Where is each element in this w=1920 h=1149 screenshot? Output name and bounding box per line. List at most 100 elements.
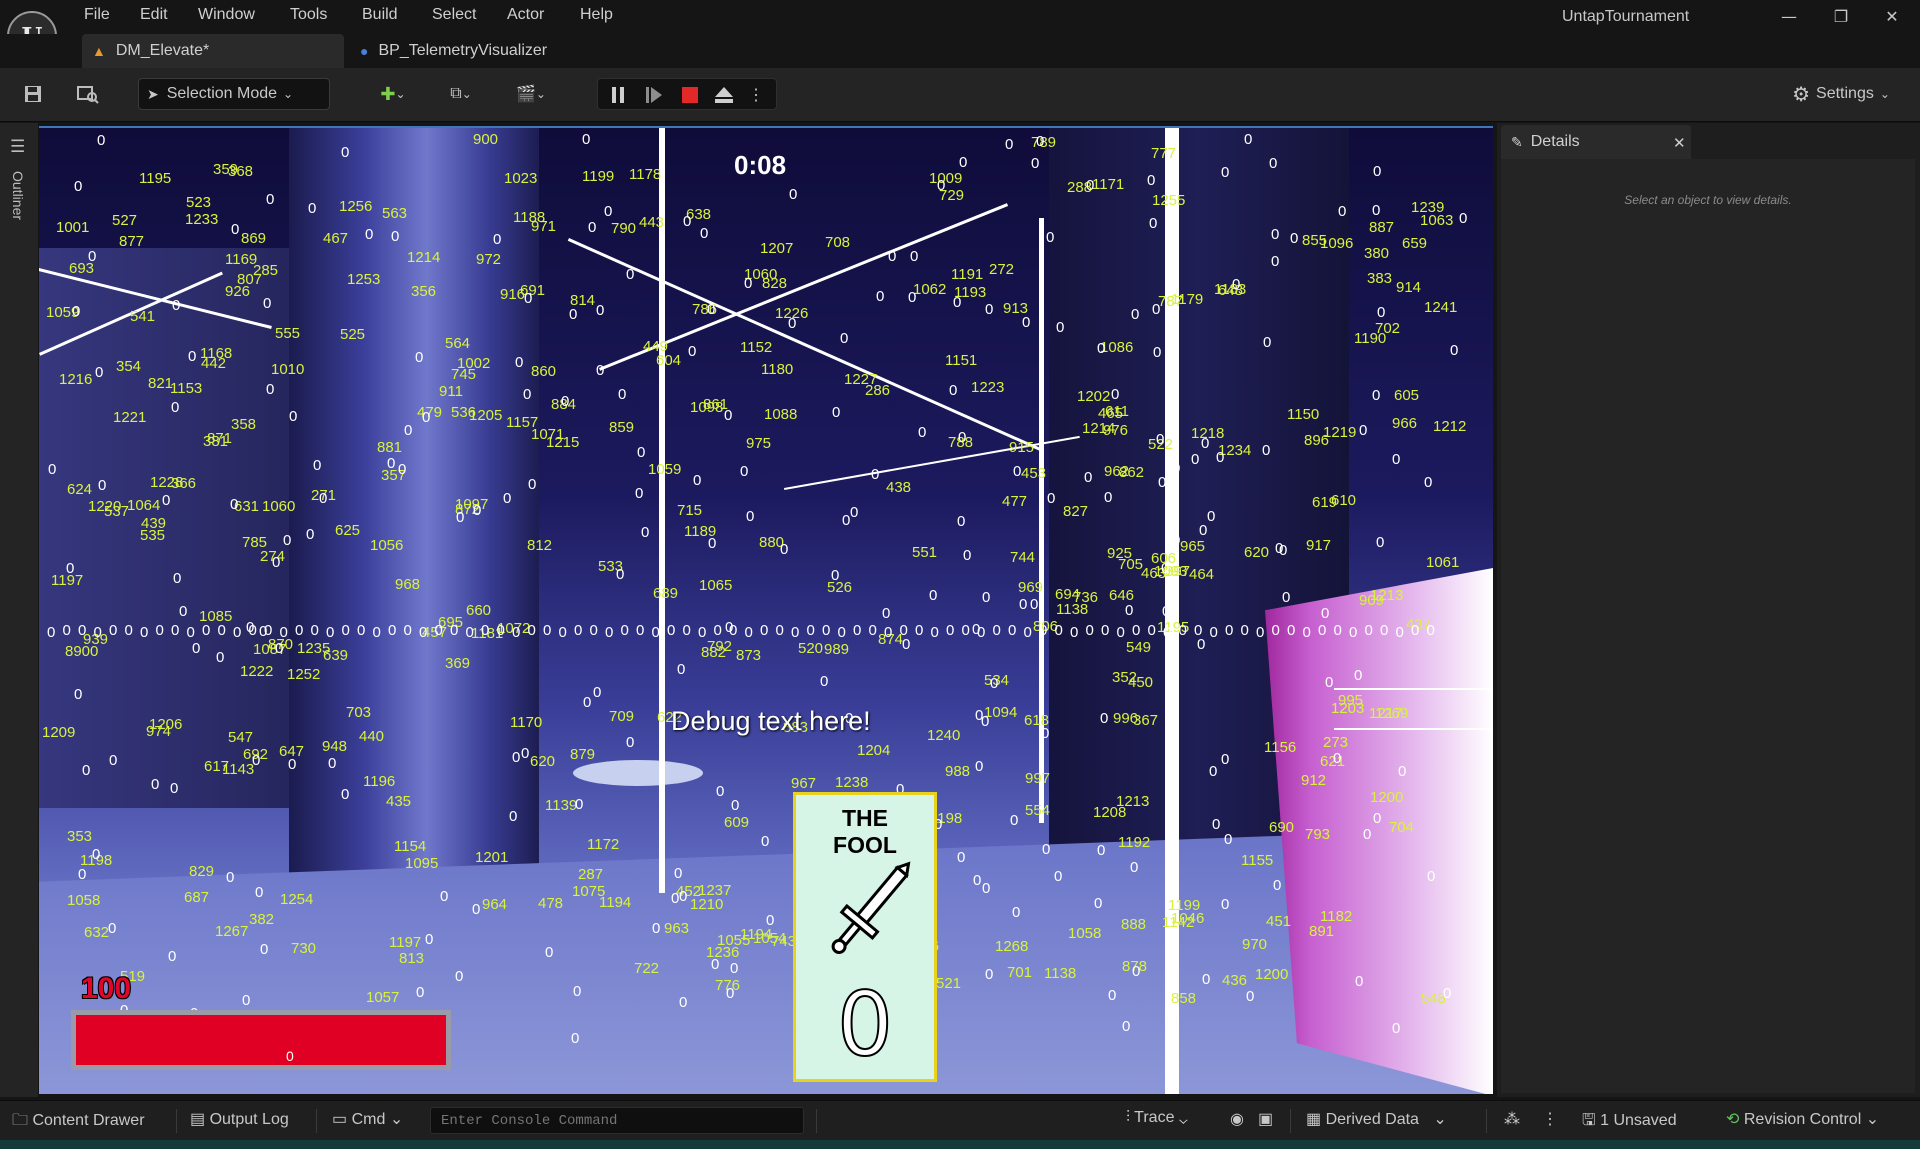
telemetry-label: 966 — [1392, 415, 1418, 432]
unreal-editor-window: U File Edit Window Tools Build Select Ac… — [0, 0, 1920, 1149]
telemetry-label: 1216 — [59, 371, 93, 388]
derived-data-dropdown[interactable]: ▦ Derived Data ⌄ — [1306, 1109, 1447, 1129]
telemetry-label: 1202 — [1077, 388, 1111, 405]
telemetry-zero-marker: 0 — [713, 622, 722, 639]
telemetry-label: 1152 — [740, 339, 773, 356]
restore-button[interactable]: ❐ — [1821, 2, 1861, 30]
menu-build[interactable]: Build — [356, 4, 404, 26]
telemetry-label: 900 — [473, 131, 499, 148]
telemetry-zero-marker: 0 — [308, 200, 317, 217]
console-command-input[interactable] — [430, 1107, 804, 1134]
close-icon[interactable]: ✕ — [1673, 134, 1686, 152]
chevron-down-icon: ⌄ — [389, 1111, 404, 1128]
menu-window[interactable]: Window — [192, 4, 261, 26]
telemetry-label: 917 — [1306, 537, 1332, 554]
telemetry-label: 352 — [1112, 669, 1138, 686]
database-icon: ▦ — [1306, 1111, 1322, 1128]
menu-file[interactable]: File — [78, 4, 116, 26]
outliner-tab[interactable]: Outliner — [10, 171, 26, 220]
menu-select[interactable]: Select — [426, 4, 482, 26]
telemetry-zero-marker: 0 — [990, 675, 999, 692]
telemetry-label: 1213 — [1370, 587, 1404, 604]
camera-icon[interactable]: ▣ — [1258, 1109, 1273, 1129]
step-frame-icon[interactable] — [642, 79, 666, 111]
telemetry-zero-marker: 0 — [711, 956, 720, 973]
telemetry-zero-marker: 0 — [357, 622, 366, 639]
telemetry-label: 1192 — [1118, 834, 1151, 851]
add-actor-button[interactable]: ✚ ⌄ — [370, 78, 416, 110]
cmd-dropdown[interactable]: ▭ Cmd ⌄ — [332, 1109, 403, 1129]
telemetry-label: 1001 — [56, 219, 90, 236]
telemetry-zero-marker: 0 — [985, 966, 994, 983]
telemetry-label: 477 — [1002, 493, 1028, 510]
telemetry-label: 536 — [451, 404, 477, 421]
telemetry-label: 551 — [912, 544, 938, 561]
telemetry-zero-marker: 0 — [766, 912, 775, 929]
level-viewport[interactable]: 1088 555 1269 736 917 1098 1183 1002 821 1087 1268… — [39, 126, 1493, 1094]
card-title: THE FOOL — [833, 805, 897, 858]
play-controls: ⋮ — [597, 78, 777, 110]
telemetry-zero-marker: 0 — [744, 624, 753, 641]
record-icon[interactable]: ◉ — [1230, 1109, 1244, 1129]
menu-tools[interactable]: Tools — [284, 4, 333, 26]
telemetry-zero-marker: 0 — [481, 622, 490, 639]
telemetry-label: 620 — [530, 753, 556, 770]
telemetry-zero-marker: 0 — [226, 869, 235, 886]
outliner-strip[interactable]: ☰ Outliner — [0, 123, 38, 1097]
menu-edit[interactable]: Edit — [134, 4, 174, 26]
telemetry-label: 965 — [1180, 538, 1206, 555]
telemetry-zero-marker: 0 — [1165, 689, 1174, 706]
telemetry-label: 708 — [825, 234, 851, 251]
settings-button[interactable]: ⚙ Settings ⌄ — [1776, 78, 1906, 110]
telemetry-zero-marker: 0 — [372, 624, 381, 641]
telemetry-zero-marker: 0 — [620, 622, 629, 639]
telemetry-zero-marker: 0 — [523, 386, 532, 403]
telemetry-zero-marker: 0 — [1411, 622, 1420, 639]
save-icon[interactable] — [18, 78, 48, 110]
telemetry-label: 1054 — [753, 930, 787, 947]
tab-blueprint-telemetry[interactable]: ● BP_TelemetryVisualizer — [350, 34, 580, 68]
list-icon[interactable]: ☰ — [10, 137, 25, 157]
telemetry-zero-marker: 0 — [255, 884, 264, 901]
tab-map-dm-elevate[interactable]: ▲ DM_Elevate* — [82, 34, 344, 68]
revision-control-dropdown[interactable]: ⟲ Revision Control ⌄ — [1726, 1109, 1879, 1129]
telemetry-zero-marker: 0 — [416, 984, 425, 1001]
stop-icon[interactable] — [678, 79, 702, 111]
more-options-icon[interactable]: ⋮ — [746, 79, 766, 111]
menu-actor[interactable]: Actor — [501, 4, 550, 26]
telemetry-zero-marker: 0 — [260, 941, 269, 958]
telemetry-label: 356 — [411, 283, 437, 300]
content-drawer-button[interactable]: 🗀 Content Drawer — [12, 1109, 145, 1136]
browse-icon[interactable] — [72, 78, 104, 110]
more-options-icon[interactable]: ⋮ — [1542, 1109, 1558, 1129]
details-tab[interactable]: ✎ Details ✕ — [1501, 125, 1691, 159]
telemetry-zero-marker: 0 — [918, 424, 927, 441]
blueprint-icon: ● — [360, 43, 369, 59]
telemetry-zero-marker: 0 — [1167, 732, 1176, 749]
menu-help[interactable]: Help — [574, 4, 619, 26]
close-window-button[interactable]: ✕ — [1872, 2, 1912, 30]
telemetry-zero-marker: 0 — [310, 622, 319, 639]
telemetry-zero-marker: 0 — [1212, 816, 1221, 833]
telemetry-label: 703 — [346, 704, 372, 721]
details-panel: ✎ Details ✕ Select an object to view det… — [1497, 123, 1920, 1097]
telemetry-zero-marker: 0 — [667, 622, 676, 639]
trace-dropdown[interactable]: ⫶ Trace ⌄ — [1126, 1109, 1188, 1127]
pause-icon[interactable] — [606, 79, 630, 111]
telemetry-zero-marker: 0 — [1097, 340, 1106, 357]
output-log-button[interactable]: ▤ Output Log — [190, 1109, 289, 1129]
unsaved-button[interactable]: 🖫 1 Unsaved — [1582, 1109, 1677, 1136]
selection-mode-dropdown[interactable]: ➤ Selection Mode ⌄ — [138, 78, 330, 110]
cinematics-button[interactable]: 🎬 ⌄ — [508, 78, 554, 110]
telemetry-zero-marker: 0 — [1443, 985, 1452, 1002]
minimize-button[interactable]: — — [1769, 2, 1809, 30]
telemetry-zero-marker: 0 — [283, 532, 292, 549]
blueprint-menu-button[interactable]: ⧉ ⌄ — [438, 78, 484, 110]
telemetry-label: 1199 — [1168, 897, 1201, 914]
telemetry-label: 1200 — [1255, 966, 1289, 983]
telemetry-label: 967 — [791, 775, 817, 792]
grid-icon[interactable]: ⁂ — [1504, 1109, 1520, 1129]
telemetry-zero-marker: 0 — [1163, 624, 1172, 641]
telemetry-label: 971 — [531, 218, 557, 235]
eject-icon[interactable] — [712, 79, 736, 111]
